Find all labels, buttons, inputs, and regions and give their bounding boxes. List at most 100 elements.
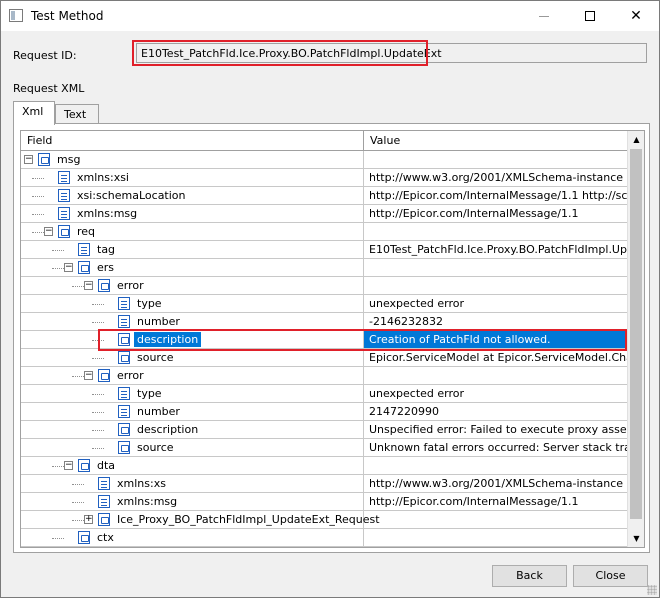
field-cell[interactable]: − ers: [21, 259, 364, 276]
value-cell[interactable]: http://Epicor.com/InternalMessage/1.1: [364, 493, 627, 510]
table-row[interactable]: xmlns:xsi http://www.w3.org/2001/XMLSchem…: [21, 169, 627, 187]
close-icon: ✕: [630, 8, 642, 24]
column-header-value[interactable]: Value: [364, 131, 627, 150]
field-cell[interactable]: − dta: [21, 457, 364, 474]
value-cell[interactable]: [364, 529, 627, 546]
table-row[interactable]: xmlns:xs http://www.w3.org/2001/XMLSchema…: [21, 475, 627, 493]
table-row[interactable]: description Unspecified error: Failed to …: [21, 421, 627, 439]
tree-connector: [92, 394, 104, 395]
field-cell[interactable]: xmlns:msg: [21, 205, 364, 222]
close-button[interactable]: Close: [573, 565, 648, 587]
value-cell[interactable]: 2147220990: [364, 403, 627, 420]
expand-icon[interactable]: +: [84, 515, 93, 524]
value-cell[interactable]: [364, 367, 627, 384]
value-cell[interactable]: [364, 223, 627, 240]
table-row[interactable]: type unexpected error: [21, 295, 627, 313]
close-window-button[interactable]: ✕: [613, 1, 659, 31]
element-node-icon: [98, 513, 110, 526]
minimize-button[interactable]: [521, 1, 567, 31]
table-row[interactable]: tag E10Test_PatchFld.Ice.Proxy.BO.PatchFl…: [21, 241, 627, 259]
value-cell[interactable]: [364, 259, 627, 276]
resize-grip[interactable]: [647, 585, 657, 595]
table-row[interactable]: − error: [21, 367, 627, 385]
value-cell[interactable]: [364, 151, 627, 168]
value-cell[interactable]: [364, 457, 627, 474]
value-cell[interactable]: Unknown fatal errors occurred: Server st…: [364, 439, 627, 456]
request-id-field[interactable]: E10Test_PatchFld.Ice.Proxy.BO.PatchFldIm…: [136, 43, 647, 63]
table-row[interactable]: type unexpected error: [21, 385, 627, 403]
value-cell[interactable]: Epicor.ServiceModel at Epicor.ServiceMod…: [364, 349, 627, 366]
value-cell[interactable]: [364, 277, 627, 294]
field-cell[interactable]: ctx: [21, 529, 364, 546]
table-row[interactable]: − error: [21, 277, 627, 295]
field-cell[interactable]: description: [21, 331, 364, 348]
collapse-icon[interactable]: −: [24, 155, 33, 164]
field-cell[interactable]: tag: [21, 241, 364, 258]
table-row[interactable]: number 2147220990: [21, 403, 627, 421]
table-row[interactable]: + Ice_Proxy_BO_PatchFldImpl_UpdateExt_Req…: [21, 511, 627, 529]
field-cell[interactable]: type: [21, 385, 364, 402]
value-cell[interactable]: unexpected error: [364, 295, 627, 312]
field-name: xmlns:xsi: [77, 171, 129, 184]
field-cell[interactable]: description: [21, 421, 364, 438]
table-row[interactable]: number -2146232832: [21, 313, 627, 331]
back-button[interactable]: Back: [492, 565, 567, 587]
field-cell[interactable]: + Ice_Proxy_BO_PatchFldImpl_UpdateExt_Req…: [21, 511, 380, 528]
collapse-icon[interactable]: −: [44, 227, 53, 236]
field-name: type: [137, 297, 162, 310]
table-row[interactable]: xsi:schemaLocation http://Epicor.com/Inte…: [21, 187, 627, 205]
tab-xml[interactable]: Xml: [13, 101, 55, 125]
table-row[interactable]: description Creation of PatchFld not allo…: [21, 331, 627, 349]
value-cell[interactable]: E10Test_PatchFld.Ice.Proxy.BO.PatchFldIm…: [364, 241, 627, 258]
field-cell[interactable]: number: [21, 403, 364, 420]
scroll-up-arrow-icon[interactable]: ▲: [628, 131, 644, 148]
table-row[interactable]: − ers: [21, 259, 627, 277]
field-cell[interactable]: source: [21, 439, 364, 456]
value-cell[interactable]: unexpected error: [364, 385, 627, 402]
table-row[interactable]: source Epicor.ServiceModel at Epicor.Serv…: [21, 349, 627, 367]
vertical-scrollbar[interactable]: ▲ ▼: [627, 131, 644, 547]
collapse-icon[interactable]: −: [84, 281, 93, 290]
field-cell[interactable]: − msg: [21, 151, 364, 168]
column-header-field[interactable]: Field: [21, 131, 364, 150]
field-cell[interactable]: xsi:schemaLocation: [21, 187, 364, 204]
field-cell[interactable]: − error: [21, 367, 364, 384]
element-node-icon: [78, 459, 90, 472]
value-cell[interactable]: Unspecified error: Failed to execute pro…: [364, 421, 627, 438]
field-cell[interactable]: xmlns:msg: [21, 493, 364, 510]
collapse-icon[interactable]: −: [84, 371, 93, 380]
table-row[interactable]: − dta: [21, 457, 627, 475]
field-name: msg: [57, 153, 81, 166]
table-row[interactable]: xmlns:msg http://Epicor.com/InternalMessa…: [21, 493, 627, 511]
tree-connector: [72, 520, 84, 521]
value-cell[interactable]: http://Epicor.com/InternalMessage/1.1: [364, 205, 627, 222]
field-cell[interactable]: − error: [21, 277, 364, 294]
table-row[interactable]: ctx: [21, 529, 627, 547]
collapse-icon[interactable]: −: [64, 263, 73, 272]
table-row[interactable]: source Unknown fatal errors occurred: Ser…: [21, 439, 627, 457]
table-row[interactable]: xmlns:msg http://Epicor.com/InternalMessa…: [21, 205, 627, 223]
field-cell[interactable]: number: [21, 313, 364, 330]
tab-text[interactable]: Text: [55, 104, 99, 124]
field-cell[interactable]: type: [21, 295, 364, 312]
field-cell[interactable]: xmlns:xsi: [21, 169, 364, 186]
field-name: description: [134, 332, 202, 347]
maximize-icon: [585, 11, 595, 21]
value-cell[interactable]: [364, 511, 627, 528]
maximize-button[interactable]: [567, 1, 613, 31]
field-cell[interactable]: source: [21, 349, 364, 366]
value-cell[interactable]: http://Epicor.com/InternalMessage/1.1 ht…: [364, 187, 627, 204]
tree-connector: [52, 250, 64, 251]
scroll-thumb[interactable]: [630, 149, 642, 519]
title-bar[interactable]: Test Method ✕: [1, 1, 659, 31]
value-cell[interactable]: -2146232832: [364, 313, 627, 330]
value-cell[interactable]: Creation of PatchFld not allowed.: [364, 331, 627, 348]
field-cell[interactable]: xmlns:xs: [21, 475, 364, 492]
table-row[interactable]: − msg: [21, 151, 627, 169]
scroll-down-arrow-icon[interactable]: ▼: [628, 530, 644, 547]
value-cell[interactable]: http://www.w3.org/2001/XMLSchema-instanc…: [364, 475, 627, 492]
table-row[interactable]: − req: [21, 223, 627, 241]
value-cell[interactable]: http://www.w3.org/2001/XMLSchema-instanc…: [364, 169, 627, 186]
collapse-icon[interactable]: −: [64, 461, 73, 470]
field-cell[interactable]: − req: [21, 223, 364, 240]
